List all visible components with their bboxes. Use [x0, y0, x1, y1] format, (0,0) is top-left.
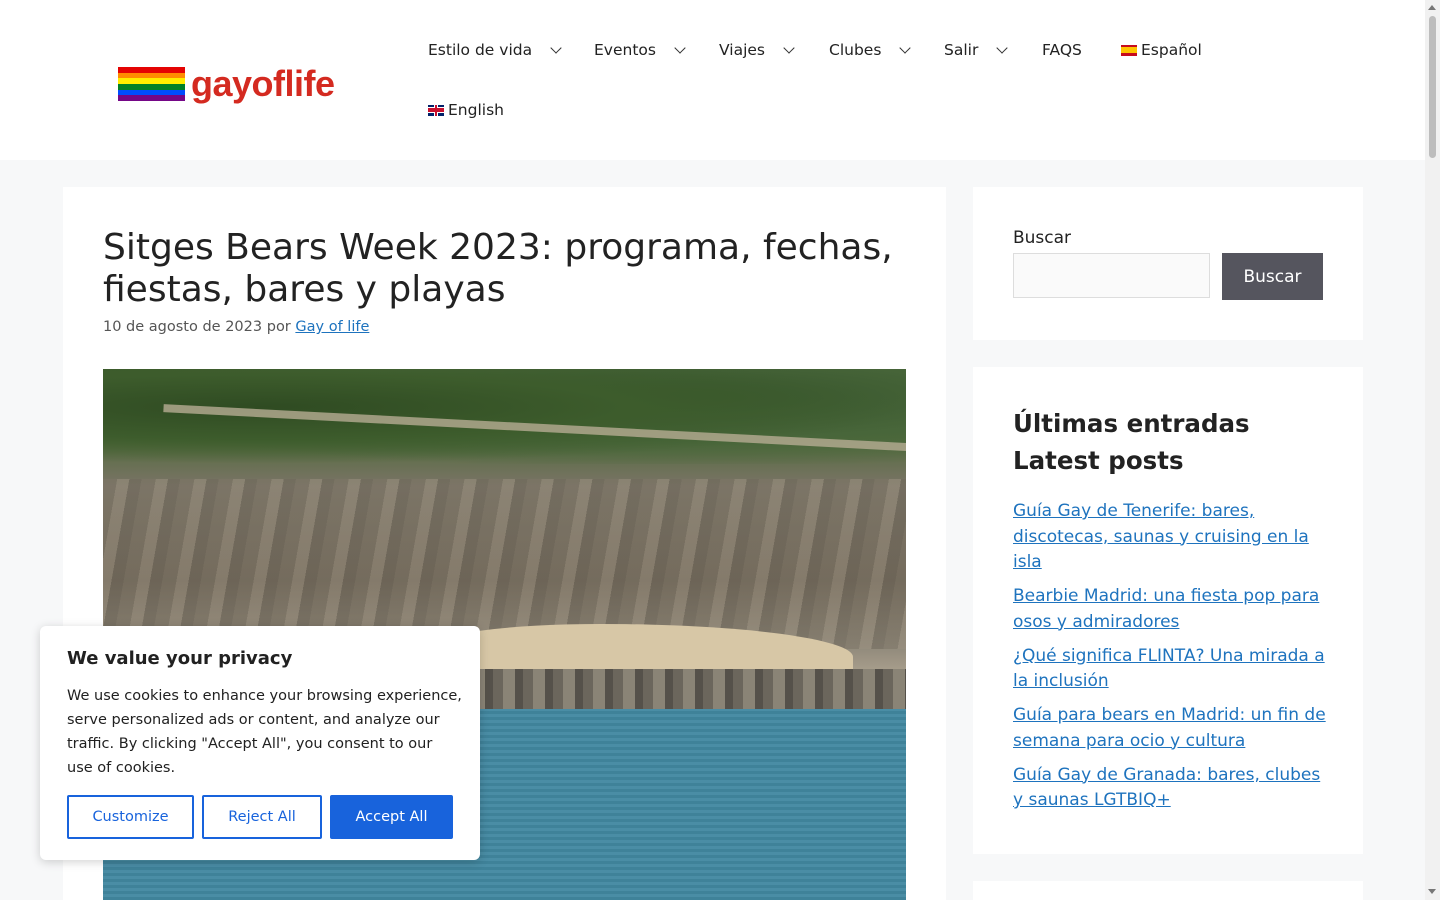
latest-posts-title-es: Últimas entradas	[1013, 409, 1250, 438]
site-logo[interactable]: gayoflife	[118, 62, 348, 106]
nav-english[interactable]: English	[428, 100, 504, 120]
article-title: Sitges Bears Week 2023: programa, fechas…	[103, 227, 893, 310]
chevron-down-icon	[899, 41, 912, 54]
nav-clubes[interactable]: Clubes	[829, 40, 912, 60]
cookie-consent-banner: We value your privacy We use cookies to …	[40, 626, 480, 860]
nav-label: Clubes	[829, 41, 882, 59]
article-by: por	[266, 319, 291, 335]
nav-salir[interactable]: Salir	[944, 40, 1008, 60]
nav-eventos[interactable]: Eventos	[594, 40, 686, 60]
search-widget: Buscar Buscar	[973, 187, 1363, 340]
post-link[interactable]: Guía para bears en Madrid: un fin de sem…	[1013, 705, 1326, 751]
nav-label: English	[448, 101, 504, 119]
list-item: Guía para bears en Madrid: un fin de sem…	[1013, 703, 1328, 754]
list-item: Bearbie Madrid: una fiesta pop para osos…	[1013, 584, 1328, 635]
nav-label: FAQS	[1042, 41, 1082, 59]
nav-label: Salir	[944, 41, 979, 59]
chevron-down-icon	[674, 41, 686, 54]
search-label: Buscar	[1013, 228, 1072, 248]
nav-espanol[interactable]: Español	[1121, 40, 1202, 60]
scroll-down-icon[interactable]	[1428, 889, 1436, 894]
nav-label: Español	[1141, 41, 1202, 59]
page-scrollbar[interactable]	[1425, 0, 1440, 900]
customize-button[interactable]: Customize	[67, 795, 194, 839]
accept-all-button[interactable]: Accept All	[330, 795, 453, 839]
author-link[interactable]: Gay of life	[295, 319, 369, 335]
article-meta: 10 de agosto de 2023 por Gay of life	[103, 319, 369, 335]
cookie-title: We value your privacy	[67, 648, 293, 669]
list-item: Guía Gay de Granada: bares, clubes y sau…	[1013, 763, 1328, 814]
article-date: 10 de agosto de 2023	[103, 319, 263, 335]
nav-viajes[interactable]: Viajes	[719, 40, 795, 60]
scroll-up-icon[interactable]	[1428, 5, 1436, 10]
chevron-down-icon	[550, 41, 562, 54]
site-header: gayoflife Estilo de vida Eventos Viajes …	[0, 0, 1425, 160]
search-button[interactable]: Buscar	[1222, 253, 1323, 300]
list-item: ¿Qué significa FLINTA? Una mirada a la i…	[1013, 644, 1328, 695]
nav-faqs[interactable]: FAQS	[1042, 40, 1082, 60]
nav-label: Eventos	[594, 41, 656, 59]
scrollbar-thumb[interactable]	[1429, 16, 1436, 158]
cookie-text: We use cookies to enhance your browsing …	[67, 688, 462, 776]
latest-posts-list: Guía Gay de Tenerife: bares, discotecas,…	[1013, 499, 1328, 822]
chevron-down-icon	[783, 41, 795, 54]
reject-all-button[interactable]: Reject All	[202, 795, 322, 839]
search-input[interactable]	[1013, 253, 1210, 298]
nav-label: Estilo de vida	[428, 41, 533, 59]
post-link[interactable]: ¿Qué significa FLINTA? Una mirada a la i…	[1013, 646, 1325, 692]
post-link[interactable]: Bearbie Madrid: una fiesta pop para osos…	[1013, 586, 1319, 632]
latest-posts-title: Últimas entradas Latest posts	[1013, 405, 1333, 479]
es-flag-icon	[1121, 44, 1137, 56]
post-link[interactable]: Guía Gay de Granada: bares, clubes y sau…	[1013, 765, 1320, 811]
sidebar-widget	[973, 881, 1363, 900]
latest-posts-widget: Últimas entradas Latest posts Guía Gay d…	[973, 367, 1363, 854]
post-link[interactable]: Guía Gay de Tenerife: bares, discotecas,…	[1013, 501, 1309, 572]
list-item: Guía Gay de Tenerife: bares, discotecas,…	[1013, 499, 1328, 576]
gb-flag-icon	[428, 104, 444, 116]
nav-estilo-de-vida[interactable]: Estilo de vida	[428, 40, 562, 60]
latest-posts-title-en: Latest posts	[1013, 446, 1184, 475]
rainbow-flag-icon	[118, 67, 185, 102]
logo-wordmark: gayoflife	[191, 63, 335, 104]
chevron-down-icon	[996, 41, 1008, 54]
nav-label: Viajes	[719, 41, 765, 59]
